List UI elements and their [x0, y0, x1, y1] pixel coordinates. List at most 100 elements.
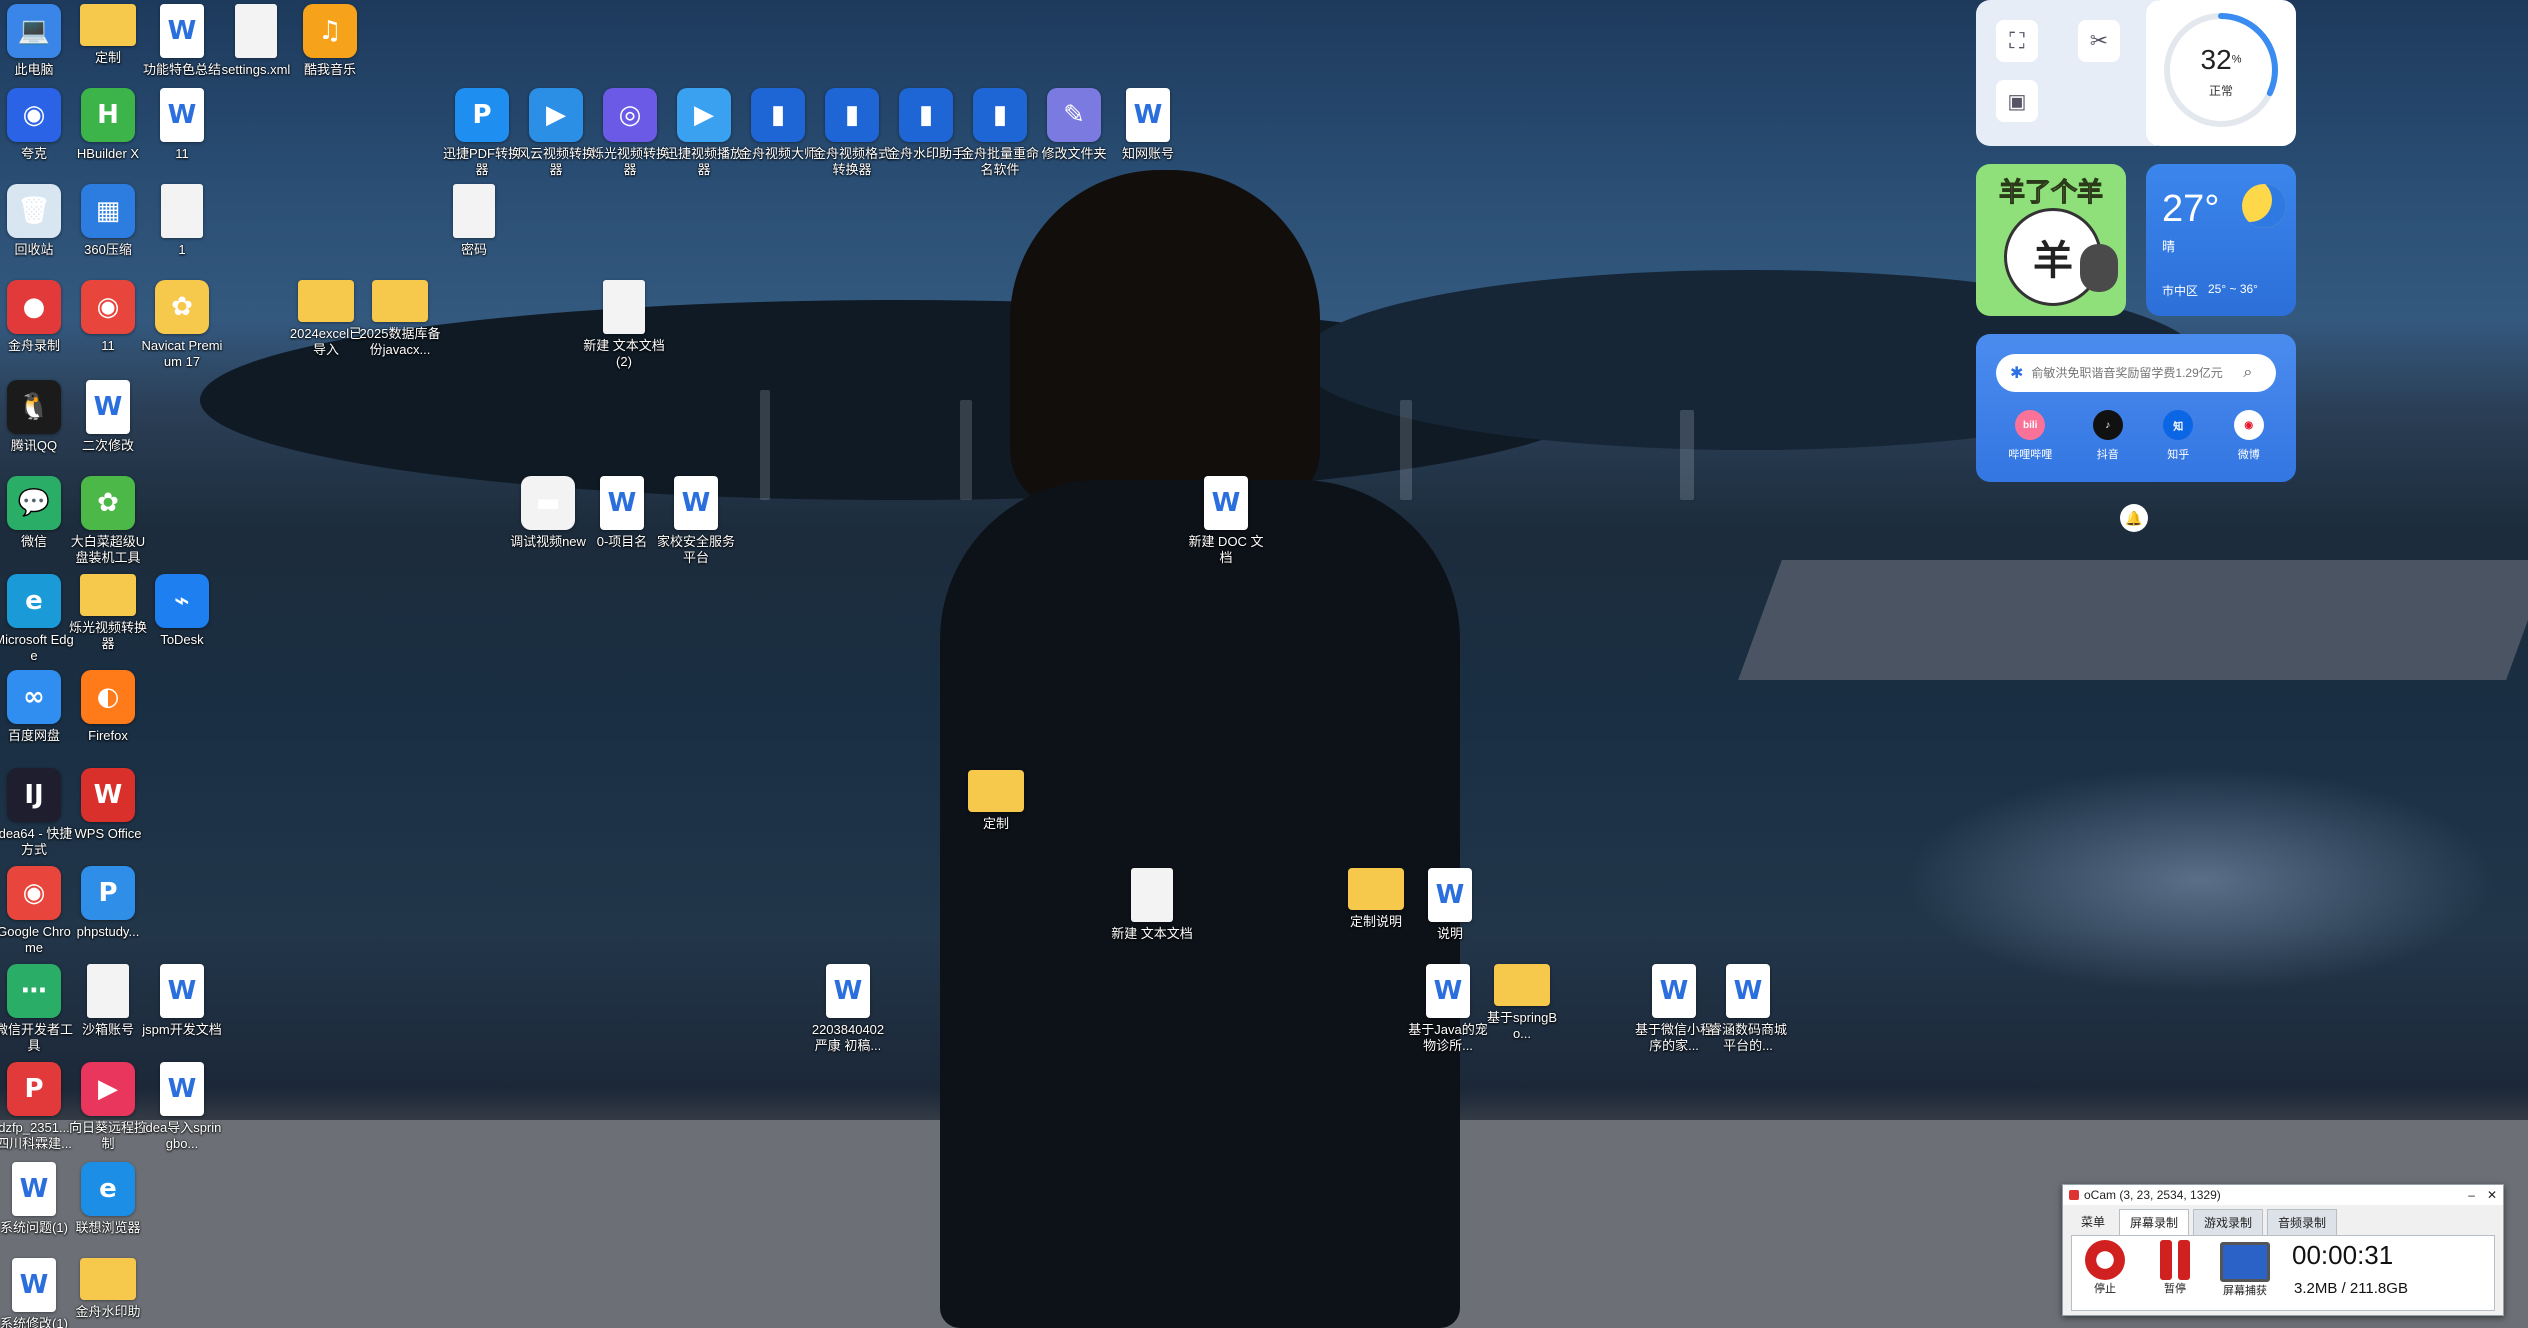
tab-screen-record[interactable]: 屏幕录制 [2119, 1209, 2190, 1235]
screen-capture-button[interactable]: 屏幕捕获 [2218, 1240, 2272, 1298]
desktop-icon[interactable]: 定制 [66, 4, 150, 66]
desktop-icon[interactable]: H HBuilder X [66, 88, 150, 162]
desktop-icon[interactable]: 定制说明 [1334, 868, 1418, 930]
desktop-icon[interactable]: 1 [140, 184, 224, 258]
minimize-icon[interactable]: – [2468, 1188, 2475, 1202]
hot-search-box[interactable]: ✱ ⌕ [1996, 354, 2276, 392]
desktop-icon[interactable]: W 系统问题(1) [0, 1162, 76, 1236]
desktop-icon[interactable]: W 知网账号 [1106, 88, 1190, 162]
desktop-icon[interactable]: W 新建 DOC 文档 [1184, 476, 1268, 566]
notification-bell-icon[interactable]: 🔔 [2120, 504, 2148, 532]
desktop-icon[interactable]: e 联想浏览器 [66, 1162, 150, 1236]
desktop-icon[interactable]: W 11 [140, 88, 224, 162]
desktop-icon[interactable]: ▬ 调试视频new [506, 476, 590, 550]
desktop-icon[interactable]: settings.xml [214, 4, 298, 78]
desktop-icon[interactable]: 新建 文本文档 (2) [582, 280, 666, 370]
search-icon[interactable]: ⌕ [2243, 364, 2252, 382]
quick-tools-widget[interactable]: ⛶ ✂ ▣ [1976, 0, 2170, 146]
weather-widget[interactable]: 27° 晴 巿中区 25° ~ 36° [2146, 164, 2296, 316]
desktop-icon[interactable]: 密码 [432, 184, 516, 258]
desktop-icon[interactable]: ● 金舟录制 [0, 280, 76, 354]
desktop-icon[interactable]: ✎ 修改文件夹 [1032, 88, 1116, 162]
game-widget[interactable]: 羊了个羊 羊 [1976, 164, 2126, 316]
desktop-icon[interactable]: Widea导入springbo... [140, 1062, 224, 1152]
hot-app-icon: 知 [2163, 410, 2194, 440]
desktop-icon[interactable]: W 2203840402 严康 初稿... [806, 964, 890, 1054]
desktop-icon[interactable]: ▮ 金舟批量重命名软件 [958, 88, 1042, 178]
hot-app-3[interactable]: ◉ 微博 [2233, 410, 2264, 462]
desktop-icon[interactable]: W 0-项目名 [580, 476, 664, 550]
app-icon: ▮ [973, 88, 1027, 142]
desktop-icon[interactable]: 💬 微信 [0, 476, 76, 550]
desktop-icon[interactable]: 2025数据库备份javacx... [358, 280, 442, 358]
desktop-icon[interactable]: ◉ 夸克 [0, 88, 76, 162]
desktop-icon[interactable]: 🗑 回收站 [0, 184, 76, 258]
desktop-icon[interactable]: 🐧 腾讯QQ [0, 380, 76, 454]
ocam-window[interactable]: oCam (3, 23, 2534, 1329) – ✕ 菜单 屏幕录制 游戏录… [2062, 1184, 2504, 1316]
desktop-icon[interactable]: W 基于Java的宠物诊所... [1406, 964, 1490, 1054]
desktop-icon[interactable]: 烁光视频转换器 [66, 574, 150, 652]
desktop-icon[interactable]: ✿ Navicat Premium 17 [140, 280, 224, 370]
desktop-icon[interactable]: ♫ 酷我音乐 [288, 4, 372, 78]
desktop-icon[interactable]: P 迅捷PDF转换器 [440, 88, 524, 178]
record-icon[interactable]: ▣ [1996, 80, 2038, 122]
desktop-icon-label: 360压缩 [84, 242, 132, 257]
desktop-icon[interactable]: ✿ 大白菜超级U盘装机工具 [66, 476, 150, 566]
desktop-icon[interactable]: ◉ 11 [66, 280, 150, 354]
hot-app-2[interactable]: 知知乎 [2163, 410, 2194, 462]
hot-search-input[interactable] [2029, 365, 2244, 381]
tab-audio-record[interactable]: 音频录制 [2267, 1209, 2338, 1235]
desktop-icon[interactable]: ◎ 烁光视频转换器 [588, 88, 672, 178]
close-icon[interactable]: ✕ [2487, 1188, 2497, 1202]
desktop-icon[interactable]: W 功能特色总结 [140, 4, 224, 78]
desktop-icon[interactable]: W 系统修改(1) [0, 1258, 76, 1328]
battery-widget[interactable]: 32% 正常 [2146, 0, 2296, 146]
desktop-icon[interactable]: W 家校安全服务平台 [654, 476, 738, 566]
app-icon: 💬 [7, 476, 61, 530]
folder-icon [372, 280, 428, 322]
desktop-icon[interactable]: 金舟水印助 [66, 1258, 150, 1320]
desktop-icon[interactable]: 2024excel已导入 [284, 280, 368, 358]
desktop-icon[interactable]: W 说明 [1408, 868, 1492, 942]
pause-button[interactable]: 暂停 [2148, 1240, 2202, 1296]
desktop-icon[interactable]: ▶ 向日葵远程控制 [66, 1062, 150, 1152]
scissors-icon[interactable]: ✂ [2078, 20, 2120, 62]
desktop-icon[interactable]: ∞ 百度网盘 [0, 670, 76, 744]
desktop-icon[interactable]: ▶ 风云视频转换器 [514, 88, 598, 178]
desktop-icon[interactable]: ▦ 360压缩 [66, 184, 150, 258]
desktop-icon[interactable]: ◐ Firefox [66, 670, 150, 744]
desktop-icon[interactable]: IJ idea64 - 快捷方式 [0, 768, 76, 858]
hot-app-0[interactable]: bili 哔哩哔哩 [2008, 410, 2052, 462]
crop-icon[interactable]: ⛶ [1996, 20, 2038, 62]
desktop-icon[interactable]: W 基于微信小程序的家... [1632, 964, 1716, 1054]
text-file-icon [161, 184, 203, 238]
desktop-icon[interactable]: W 二次修改 [66, 380, 150, 454]
desktop-icon[interactable]: ▶ 迅捷视频播放器 [662, 88, 746, 178]
desktop-icon[interactable]: Pphpstudy... [66, 866, 150, 940]
desktop-icon[interactable]: 沙箱账号 [66, 964, 150, 1038]
desktop-icon[interactable]: e Microsoft Edge [0, 574, 76, 664]
desktop-icon[interactable]: Wjspm开发文档 [140, 964, 224, 1038]
desktop-icon[interactable]: ▮ 金舟水印助手 [884, 88, 968, 162]
desktop-icon[interactable]: ▮ 金舟视频大师 [736, 88, 820, 162]
stop-button[interactable]: 停止 [2078, 1240, 2132, 1296]
desktop-icon[interactable]: Pdzfp_2351...四川科霖建... [0, 1062, 76, 1152]
desktop-icon[interactable]: 💻 此电脑 [0, 4, 76, 78]
desktop-icon-label: 家校安全服务平台 [656, 534, 735, 565]
desktop-icon-label: 11 [101, 338, 115, 353]
hot-app-1[interactable]: ♪ 抖音 [2092, 410, 2123, 462]
desktop-icon[interactable]: W 睿涵数码商城平台的... [1706, 964, 1790, 1054]
desktop-icon[interactable]: ▮ 金舟视频格式转换器 [810, 88, 894, 178]
desktop-icon[interactable]: ◉ Google Chrome [0, 866, 76, 956]
desktop-icon[interactable]: 新建 文本文档 [1110, 868, 1194, 942]
desktop-icon[interactable]: W WPS Office [66, 768, 150, 842]
desktop-icon[interactable]: ⌁ ToDesk [140, 574, 224, 648]
tab-game-record[interactable]: 游戏录制 [2193, 1209, 2264, 1235]
desktop-icon[interactable]: 定制 [954, 770, 1038, 832]
desktop-icon[interactable]: 基于springBo... [1480, 964, 1564, 1042]
ocam-menu[interactable]: 菜单 [2071, 1209, 2116, 1235]
word-doc-icon: W [826, 964, 870, 1018]
hot-search-widget[interactable]: ✱ ⌕ bili 哔哩哔哩 ♪ 抖音 知知乎 ◉ 微博 [1976, 334, 2296, 482]
desktop-icon[interactable]: ⋯ 微信开发者工具 [0, 964, 76, 1054]
ocam-titlebar[interactable]: oCam (3, 23, 2534, 1329) – ✕ [2063, 1185, 2503, 1205]
